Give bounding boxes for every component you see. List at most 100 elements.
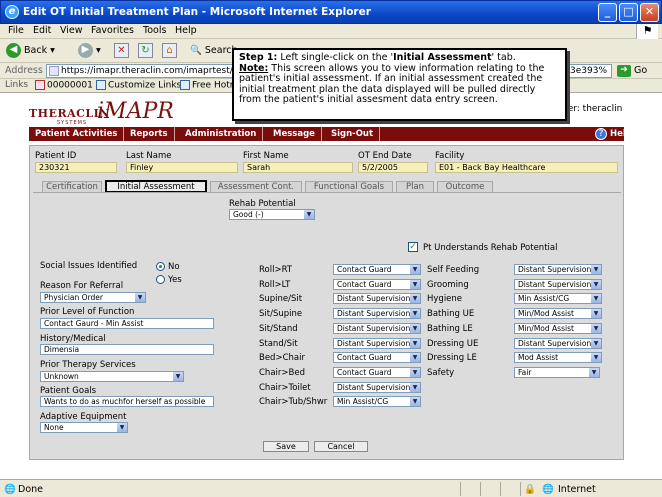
tab-plan[interactable]: Plan: [396, 181, 434, 192]
menu-favorites[interactable]: Favorites: [91, 25, 134, 36]
search-button[interactable]: 🔍 Search: [190, 43, 238, 60]
link-customize[interactable]: Customize Links: [96, 80, 181, 91]
chevron-down-icon: ▼: [410, 279, 420, 289]
home-button[interactable]: ⌂: [162, 43, 177, 60]
tab-outcome[interactable]: Outcome: [437, 181, 493, 192]
social-no-radio[interactable]: [156, 262, 165, 271]
adl-select[interactable]: Min/Mod Assist ▼: [514, 322, 602, 334]
prior-therapy-select[interactable]: Unknown ▼: [40, 371, 184, 382]
menu-edit[interactable]: Edit: [33, 25, 51, 36]
chevron-down-icon: ▼: [591, 309, 601, 319]
mobility-value: Distant Supervision: [337, 309, 411, 319]
mobility-select[interactable]: Distant Supervision ▼: [333, 381, 421, 393]
nav-administration[interactable]: Administration: [179, 127, 264, 141]
instruction-callout: Step 1: Left single-click on the 'Initia…: [232, 48, 567, 121]
menu-view[interactable]: View: [60, 25, 83, 36]
adaptive-equipment-value: None: [44, 423, 64, 432]
menu-bar: File Edit View Favorites Tools Help ⚑: [0, 24, 662, 39]
adl-value: Distant Supervision: [518, 265, 592, 274]
stop-button[interactable]: ✕: [114, 43, 129, 60]
mobility-label: Chair>Toilet: [259, 382, 311, 393]
maximize-button[interactable]: □: [619, 3, 638, 22]
mobility-select[interactable]: Contact Guard ▼: [333, 352, 421, 364]
mobility-select[interactable]: Min Assist/CG ▼: [333, 396, 421, 408]
nav-sign-out[interactable]: Sign-Out: [325, 127, 381, 141]
tab-divider: [33, 192, 621, 193]
tab-functional-goals[interactable]: Functional Goals: [305, 181, 393, 192]
mobility-select[interactable]: Distant Supervision ▼: [333, 322, 421, 334]
mobility-select[interactable]: Contact Guard ▼: [333, 366, 421, 378]
note-text: This screen allows you to view informati…: [239, 62, 545, 105]
patient-goals-input[interactable]: Wants to do as muchfor herself as possib…: [40, 396, 214, 407]
link-label: Customize Links: [108, 80, 182, 91]
step-end: ' tab.: [491, 52, 516, 63]
menu-tools[interactable]: Tools: [143, 25, 166, 36]
menu-help[interactable]: Help: [175, 25, 197, 36]
imapr-logo: iMAPR: [97, 99, 174, 124]
address-url-end: %3e393%: [561, 66, 607, 76]
mobility-select[interactable]: Contact Guard ▼: [333, 264, 421, 275]
mobility-select[interactable]: Contact Guard ▼: [333, 278, 421, 290]
adl-value: Fair: [518, 367, 532, 377]
page-icon: [49, 66, 59, 76]
adl-label: Dressing LE: [427, 353, 477, 364]
menu-file[interactable]: File: [8, 25, 24, 36]
chevron-down-icon: ▼: [410, 294, 420, 304]
adl-select[interactable]: Min Assist/CG ▼: [514, 293, 602, 305]
home-icon: ⌂: [162, 43, 177, 58]
lock-icon: 🔒: [524, 484, 536, 495]
patient-goals-label: Patient Goals: [40, 386, 97, 396]
referral-value: Physician Order: [44, 293, 103, 302]
mobility-select[interactable]: Distant Supervision ▼: [333, 293, 421, 305]
chevron-down-icon: ▼: [117, 423, 127, 432]
go-button[interactable]: ➜ Go: [617, 64, 657, 78]
adl-select[interactable]: Distant Supervision ▼: [514, 278, 602, 290]
adl-select[interactable]: Fair ▼: [514, 366, 600, 378]
forward-button[interactable]: ▶ ▾: [78, 43, 101, 60]
chevron-down-icon: ▼: [591, 294, 601, 304]
adl-select[interactable]: Mod Assist ▼: [514, 352, 602, 364]
refresh-button[interactable]: ↻: [138, 43, 153, 60]
tab-certification[interactable]: Certification: [42, 181, 102, 192]
nav-patient-activities[interactable]: Patient Activities: [29, 127, 125, 141]
close-button[interactable]: ✕: [640, 3, 659, 22]
history-input[interactable]: Dimensia: [40, 344, 214, 355]
adl-label: Bathing UE: [427, 309, 475, 320]
nav-help[interactable]: Help: [588, 127, 638, 141]
adl-select[interactable]: Min/Mod Assist ▼: [514, 308, 602, 320]
back-label: Back: [24, 45, 48, 56]
nav-message[interactable]: Message: [267, 127, 322, 141]
chevron-down-icon: ▼: [135, 293, 145, 302]
pt-understands-checkbox[interactable]: ✓: [408, 242, 418, 252]
chevron-down-icon: ▼: [173, 372, 183, 381]
back-button[interactable]: ◀ Back ▾: [6, 43, 55, 60]
adl-select[interactable]: Distant Supervision ▼: [514, 337, 602, 349]
tab-assessment-cont[interactable]: Assessment Cont.: [210, 181, 302, 192]
rehab-potential-value: Good (-): [233, 210, 264, 219]
cancel-button[interactable]: Cancel: [314, 441, 368, 452]
chevron-down-icon: ▼: [410, 382, 420, 392]
social-yes-radio[interactable]: [156, 275, 165, 284]
chevron-down-icon: ▼: [589, 367, 599, 377]
adaptive-equipment-select[interactable]: None ▼: [40, 422, 128, 433]
mobility-value: Distant Supervision: [337, 338, 411, 348]
nav-reports[interactable]: Reports: [124, 127, 175, 141]
back-arrow-icon: ◀: [6, 43, 21, 58]
minimize-button[interactable]: _: [598, 3, 617, 22]
link-icon: [180, 80, 190, 90]
referral-select[interactable]: Physician Order ▼: [40, 292, 146, 303]
save-button[interactable]: Save: [263, 441, 309, 452]
link-00000001[interactable]: 00000001: [35, 80, 93, 91]
rehab-potential-select[interactable]: Good (-) ▼: [229, 209, 315, 220]
mobility-select[interactable]: Distant Supervision ▼: [333, 337, 421, 349]
patient-id-value: 230321: [35, 162, 117, 173]
mobility-value: Min Assist/CG: [337, 397, 389, 407]
mobility-select[interactable]: Distant Supervision ▼: [333, 308, 421, 320]
prior-level-input[interactable]: Contact Gaurd - Min Assist: [40, 318, 214, 329]
chevron-down-icon: ▼: [410, 397, 420, 407]
chevron-down-icon: ▼: [591, 353, 601, 363]
links-label: Links: [5, 80, 29, 90]
adl-label: Grooming: [427, 279, 469, 290]
adl-select[interactable]: Distant Supervision ▼: [514, 264, 602, 275]
mobility-value: Contact Guard: [337, 353, 392, 363]
